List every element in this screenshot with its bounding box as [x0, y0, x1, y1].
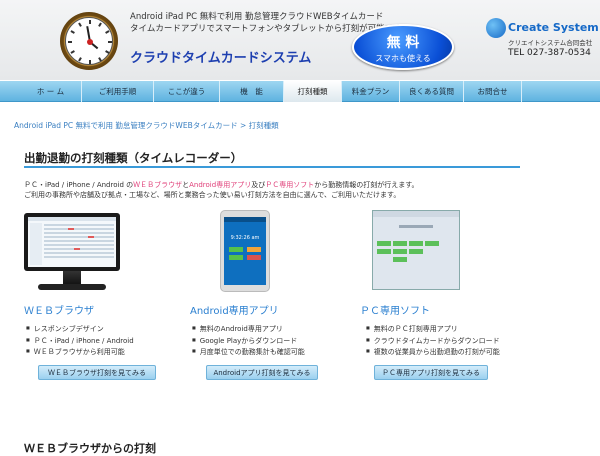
list-item: ＷＥＢブラウザから利用可能 — [26, 347, 134, 359]
page-title: 出勤退勤の打刻種類（タイムレコーダー） — [24, 151, 243, 165]
list-item: 無料のＰＣ打刻専用アプリ — [366, 324, 500, 336]
nav-item-usage[interactable]: ご利用手順 — [82, 81, 154, 102]
intro-text: ＰＣ・iPad / iPhone / Android の — [24, 181, 134, 189]
intro-highlight-pc: ＰＣ専用ソフト — [265, 181, 315, 189]
company-name-jp: クリエイトシステム合同会社 — [508, 39, 593, 47]
pc-software-features: 無料のＰＣ打刻専用アプリ クラウドタイムカードからダウンロード 複数の従業員から… — [366, 324, 500, 359]
web-browser-features: レスポンシブデザイン ＰＣ・iPad / iPhone / Android ＷＥ… — [26, 324, 134, 359]
breadcrumb-current[interactable]: 打刻種類 — [249, 121, 279, 130]
intro-highlight-android: Android専用アプリ — [189, 181, 252, 189]
android-app-title: Android専用アプリ — [190, 306, 279, 317]
intro-text: 及び — [251, 181, 266, 189]
phone-screen: 9:32:26 am — [224, 217, 266, 285]
android-app-features: 無料のAndroid専用アプリ Google Playからダウンロード 月度単位… — [192, 324, 305, 359]
company-logo-icon[interactable] — [486, 18, 506, 38]
breadcrumb: Android iPad PC 無料で利用 勤怠管理クラウドWEBタイムカード … — [14, 120, 279, 131]
web-browser-button[interactable]: ＷＥＢブラウザ打刻を見てみる — [38, 365, 156, 380]
monitor-stand — [63, 271, 81, 285]
monitor-icon[interactable] — [24, 213, 120, 271]
product-title[interactable]: クラウドタイムカードシステム — [130, 47, 311, 66]
breadcrumb-home-link[interactable]: Android iPad PC 無料で利用 勤怠管理クラウドWEBタイムカード — [14, 121, 238, 130]
nav-item-contact[interactable]: お問合せ — [464, 81, 522, 102]
nav-item-pricing[interactable]: 料金プラン — [342, 81, 400, 102]
pc-software-title: ＰＣ専用ソフト — [360, 306, 430, 317]
nav-item-faq[interactable]: 良くある質問 — [400, 81, 464, 102]
intro-line-2: ご利用の事務所や店舗及び拠点・工場など、場所と業務合った使い易い打刻方法を自由に… — [24, 191, 401, 199]
android-app-button[interactable]: Androidアプリ打刻を見てみる — [206, 365, 318, 380]
company-tel: TEL 027-387-0534 — [508, 48, 591, 58]
monitor-base — [38, 284, 106, 290]
free-badge-main: 無 料 — [386, 35, 420, 51]
list-item: 複数の従業員から出勤退勤の打刻が可能 — [366, 347, 500, 359]
company-name[interactable]: Create System — [508, 21, 599, 34]
intro-line-1: ＰＣ・iPad / iPhone / Android のＷＥＢブラウザとAndr… — [24, 180, 419, 190]
free-badge: 無 料 スマホも使える — [352, 24, 454, 70]
monitor-screen — [28, 217, 116, 267]
pc-window-icon[interactable] — [372, 210, 460, 290]
nav-item-home[interactable]: ホ ー ム — [20, 81, 82, 102]
nav-item-features[interactable]: 機 能 — [220, 81, 284, 102]
intro-text: から勤務情報の打刻が行えます。 — [314, 181, 419, 189]
pc-software-button[interactable]: ＰＣ専用アプリ打刻を見てみる — [374, 365, 488, 380]
list-item: 無料のAndroid専用アプリ — [192, 324, 305, 336]
next-section-title: ＷＥＢブラウザからの打刻 — [24, 442, 156, 455]
clock-face — [65, 17, 113, 65]
smartphone-icon[interactable]: 9:32:26 am — [220, 210, 270, 292]
main-nav: ホ ー ム ご利用手順 ここが違う 機 能 打刻種類 料金プラン 良くある質問 … — [0, 80, 600, 102]
list-item: Google Playからダウンロード — [192, 336, 305, 348]
title-divider — [24, 166, 520, 168]
header-tagline-1: Android iPad PC 無料で利用 勤怠管理クラウドWEBタイムカード — [130, 12, 384, 22]
nav-item-difference[interactable]: ここが違う — [154, 81, 220, 102]
list-item: 月度単位での勤務集計も確認可能 — [192, 347, 305, 359]
breadcrumb-separator: > — [237, 121, 249, 130]
free-badge-sub: スマホも使える — [375, 54, 431, 63]
nav-item-punch-types[interactable]: 打刻種類 — [284, 81, 342, 102]
list-item: ＰＣ・iPad / iPhone / Android — [26, 336, 134, 348]
list-item: レスポンシブデザイン — [26, 324, 134, 336]
web-browser-title: ＷＥＢブラウザ — [24, 306, 94, 317]
site-header: Android iPad PC 無料で利用 勤怠管理クラウドWEBタイムカード … — [0, 0, 600, 80]
phone-time: 9:32:26 am — [230, 235, 260, 241]
clock-logo-icon[interactable] — [60, 12, 118, 70]
intro-highlight-web: ＷＥＢブラウザ — [133, 181, 183, 189]
list-item: クラウドタイムカードからダウンロード — [366, 336, 500, 348]
